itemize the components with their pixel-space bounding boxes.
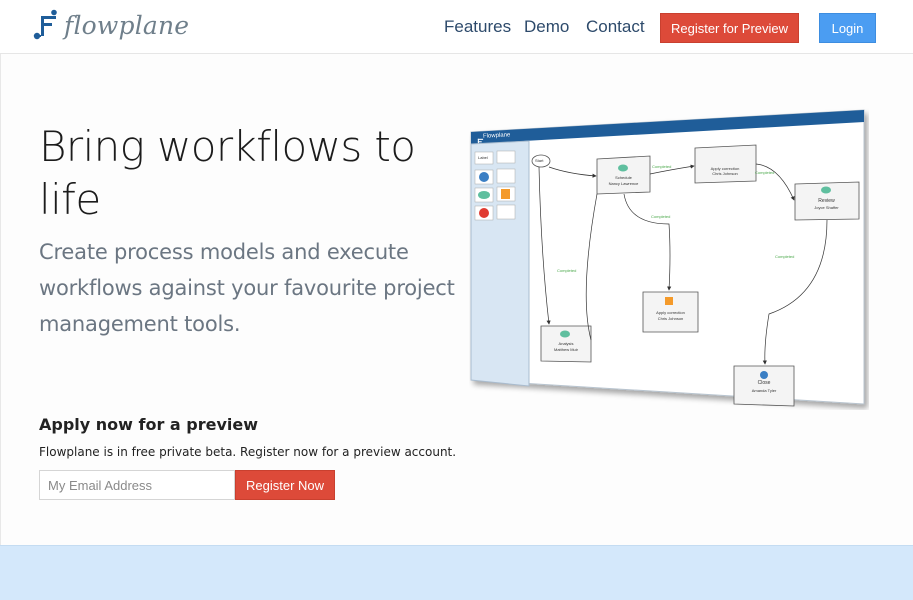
- nav-features-link[interactable]: Features: [444, 17, 511, 37]
- node-start-label: Start: [535, 158, 544, 163]
- apply-description: Flowplane is in free private beta. Regis…: [39, 445, 457, 459]
- node-analysis-title: Analysis: [558, 341, 574, 346]
- app-window: [470, 109, 865, 405]
- node-close: [733, 365, 795, 407]
- node-analysis-assignee: Matthew Muir: [553, 347, 578, 352]
- edge-label-completed: Completed: [775, 254, 795, 259]
- node-apply2-assignee: Chris Johnson: [657, 316, 684, 321]
- top-navbar: flowplane Features Demo Contact Register…: [0, 0, 913, 54]
- app-screenshot: Flowplane Label Start Schedule Nancy Law…: [469, 104, 869, 410]
- node-review-assignee: Joyce Shaffer: [814, 205, 839, 210]
- nav-demo-link[interactable]: Demo: [524, 17, 569, 37]
- edge-label-completed: Completed: [755, 170, 775, 175]
- register-now-button[interactable]: Register Now: [235, 470, 335, 500]
- next-section-band: [0, 545, 913, 600]
- node-apply2-title: Apply correction: [656, 310, 685, 315]
- edge-label-completed: Completed: [557, 268, 577, 273]
- flowplane-logo-icon: [33, 9, 57, 40]
- node-schedule-title: Schedule: [615, 175, 632, 180]
- hero-subtitle: Create process models and execute workfl…: [39, 240, 455, 336]
- edge-label-completed: Completed: [651, 214, 671, 219]
- nav-contact-link[interactable]: Contact: [586, 17, 645, 37]
- node-schedule-assignee: Nancy Lawrence: [608, 181, 639, 186]
- edge-label-completed: Completed: [652, 164, 672, 169]
- apply-heading: Apply now for a preview: [39, 415, 259, 434]
- hero-title: Bring workflows to life: [39, 122, 416, 224]
- node-close-title: Close: [757, 380, 771, 386]
- node-apply-correction-1: [694, 144, 757, 184]
- node-review-title: Review: [818, 198, 835, 204]
- hero-section: Bring workflows to life Create process m…: [0, 54, 913, 545]
- node-close-assignee: Amanda Tyler: [751, 388, 777, 393]
- palette-label: Label: [478, 155, 488, 160]
- login-button[interactable]: Login: [819, 13, 876, 43]
- node-apply1-assignee: Chris Johnson: [712, 171, 738, 176]
- brand-logo[interactable]: flowplane: [30, 8, 189, 42]
- email-input[interactable]: [39, 470, 235, 500]
- register-for-preview-button[interactable]: Register for Preview: [660, 13, 799, 43]
- app-screenshot-illustration: [470, 109, 865, 407]
- brand-name: flowplane: [64, 10, 190, 40]
